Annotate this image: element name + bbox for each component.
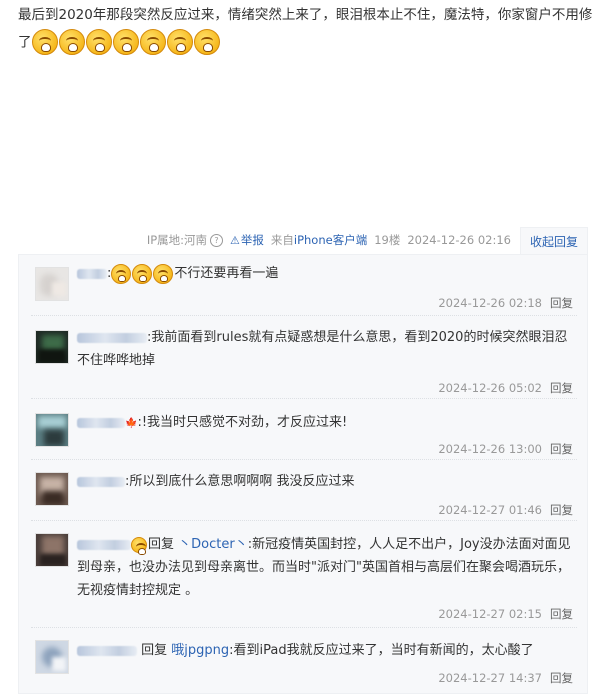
reply-time: 2024-12-26 13:00 <box>438 442 542 456</box>
reply-time: 2024-12-26 05:02 <box>438 381 542 395</box>
reply-body: 回复 哦jpgpng:看到iPad我就反应过来了，当时有新闻的，太心酸了 <box>77 639 575 662</box>
reply-time: 2024-12-26 02:18 <box>438 296 542 310</box>
reply-button[interactable]: 回复 <box>550 671 573 685</box>
report-icon: ⚠ <box>230 234 240 247</box>
list-item: :所以到底什么意思啊啊啊 我没反应过来 2024-12-27 01:46 回复 <box>31 460 577 521</box>
post-time: 2024-12-26 02:16 <box>407 233 511 247</box>
reply-time: 2024-12-27 02:15 <box>438 607 542 621</box>
crying-face-emoji-icon <box>111 263 132 284</box>
reply-time: 2024-12-27 01:46 <box>438 503 542 517</box>
emoji-run <box>31 29 221 56</box>
help-icon[interactable]: ? <box>210 234 224 247</box>
avatar[interactable] <box>35 472 69 506</box>
maple-leaf-icon: 🍁 <box>125 418 138 429</box>
reply-prefix: 回复 <box>141 643 168 658</box>
crying-face-emoji-icon <box>166 29 193 55</box>
avatar[interactable] <box>35 640 69 674</box>
reply-text: 看到iPad我就反应过来了，当时有新闻的，太心酸了 <box>233 643 534 658</box>
reply-button[interactable]: 回复 <box>550 503 573 517</box>
username-link[interactable] <box>77 332 147 343</box>
client-link[interactable]: iPhone客户端 <box>294 233 367 247</box>
reply-meta: 2024-12-26 13:00 回复 <box>438 441 573 457</box>
reply-list: : 不行还要再看一遍 2024-12-26 02:18 回复 :我前面看到rules… <box>18 254 588 694</box>
reply-text: !我当时只感觉不对劲，才反应过来! <box>141 415 348 430</box>
list-item: : 不行还要再看一遍 2024-12-26 02:18 回复 <box>31 255 577 316</box>
reply-meta: 2024-12-27 01:46 回复 <box>438 502 573 518</box>
reply-body: 回复 丶Docter丶:新冠疫情英国封控，人人足不出户，Joy没办法面对面见到母… <box>77 533 575 602</box>
post-content: 最后到2020年那段突然反应过来，情绪突然上来了，眼泪根本止不住，魔法特，你家窗… <box>18 2 594 57</box>
post-source: 来自iPhone客户端 <box>270 233 368 247</box>
avatar[interactable] <box>35 413 69 447</box>
crying-face-emoji-icon <box>139 29 166 55</box>
list-item: 回复 哦jpgpng:看到iPad我就反应过来了，当时有新闻的，太心酸了 202… <box>31 628 577 688</box>
reply-text: 我前面看到rules就有点疑惑想是什么意思，看到2020的时候突然眼泪忍不住哗哗… <box>77 330 568 368</box>
avatar[interactable] <box>35 267 69 301</box>
list-item: 回复 丶Docter丶:新冠疫情英国封控，人人足不出户，Joy没办法面对面见到母… <box>31 521 577 628</box>
collapse-replies-button[interactable]: 收起回复 <box>520 227 588 254</box>
reply-meta: 2024-12-26 05:02 回复 <box>438 380 573 396</box>
list-item: :我前面看到rules就有点疑惑想是什么意思，看到2020的时候突然眼泪忍不住哗… <box>31 316 577 399</box>
reply-time: 2024-12-27 14:37 <box>438 671 542 685</box>
crying-face-emoji-icon <box>193 29 220 55</box>
reply-meta: 2024-12-26 02:18 回复 <box>438 295 573 311</box>
post-meta-bar: IP属地:河南? ⚠举报 来自iPhone客户端 19楼 2024-12-26 … <box>0 226 588 254</box>
crying-face-emoji-icon <box>85 29 112 55</box>
ip-location: IP属地:河南? <box>147 232 224 248</box>
username-link[interactable] <box>77 268 107 279</box>
reply-button[interactable]: 回复 <box>550 296 573 310</box>
username-link[interactable] <box>77 417 125 428</box>
report-link[interactable]: ⚠举报 <box>230 232 264 248</box>
reply-body: : 不行还要再看一遍 <box>77 262 575 285</box>
reply-meta: 2024-12-27 02:15 回复 <box>438 606 573 622</box>
avatar[interactable] <box>35 533 69 567</box>
reply-button[interactable]: 回复 <box>550 442 573 456</box>
username-link[interactable] <box>77 476 125 487</box>
crying-face-emoji-icon <box>132 263 153 284</box>
reply-target-link[interactable]: 丶Docter丶 <box>178 537 248 552</box>
list-item: 🍁:!我当时只感觉不对劲，才反应过来! 2024-12-26 13:00 回复 <box>31 399 577 460</box>
crying-face-emoji-icon <box>153 263 174 284</box>
reply-prefix: 回复 <box>148 537 175 552</box>
reply-target-link[interactable]: 哦jpgpng <box>171 643 229 658</box>
reply-meta: 2024-12-27 14:37 回复 <box>438 670 573 686</box>
avatar[interactable] <box>35 330 69 364</box>
reply-body: :我前面看到rules就有点疑惑想是什么意思，看到2020的时候突然眼泪忍不住哗… <box>77 326 575 372</box>
floor-number: 19楼 <box>374 233 401 247</box>
reply-button[interactable]: 回复 <box>550 381 573 395</box>
crying-face-emoji-icon <box>58 29 85 55</box>
username-link[interactable] <box>77 539 131 550</box>
reply-button[interactable]: 回复 <box>550 607 573 621</box>
reply-text: 所以到底什么意思啊啊啊 我没反应过来 <box>129 474 355 489</box>
crying-face-emoji-icon <box>31 29 58 55</box>
reply-body: 🍁:!我当时只感觉不对劲，才反应过来! <box>77 411 575 435</box>
reply-text: 不行还要再看一遍 <box>174 266 279 281</box>
username-link[interactable] <box>77 645 137 656</box>
crying-face-emoji-icon <box>112 29 139 55</box>
emoji-icon <box>131 536 147 555</box>
reply-body: :所以到底什么意思啊啊啊 我没反应过来 <box>77 470 575 493</box>
